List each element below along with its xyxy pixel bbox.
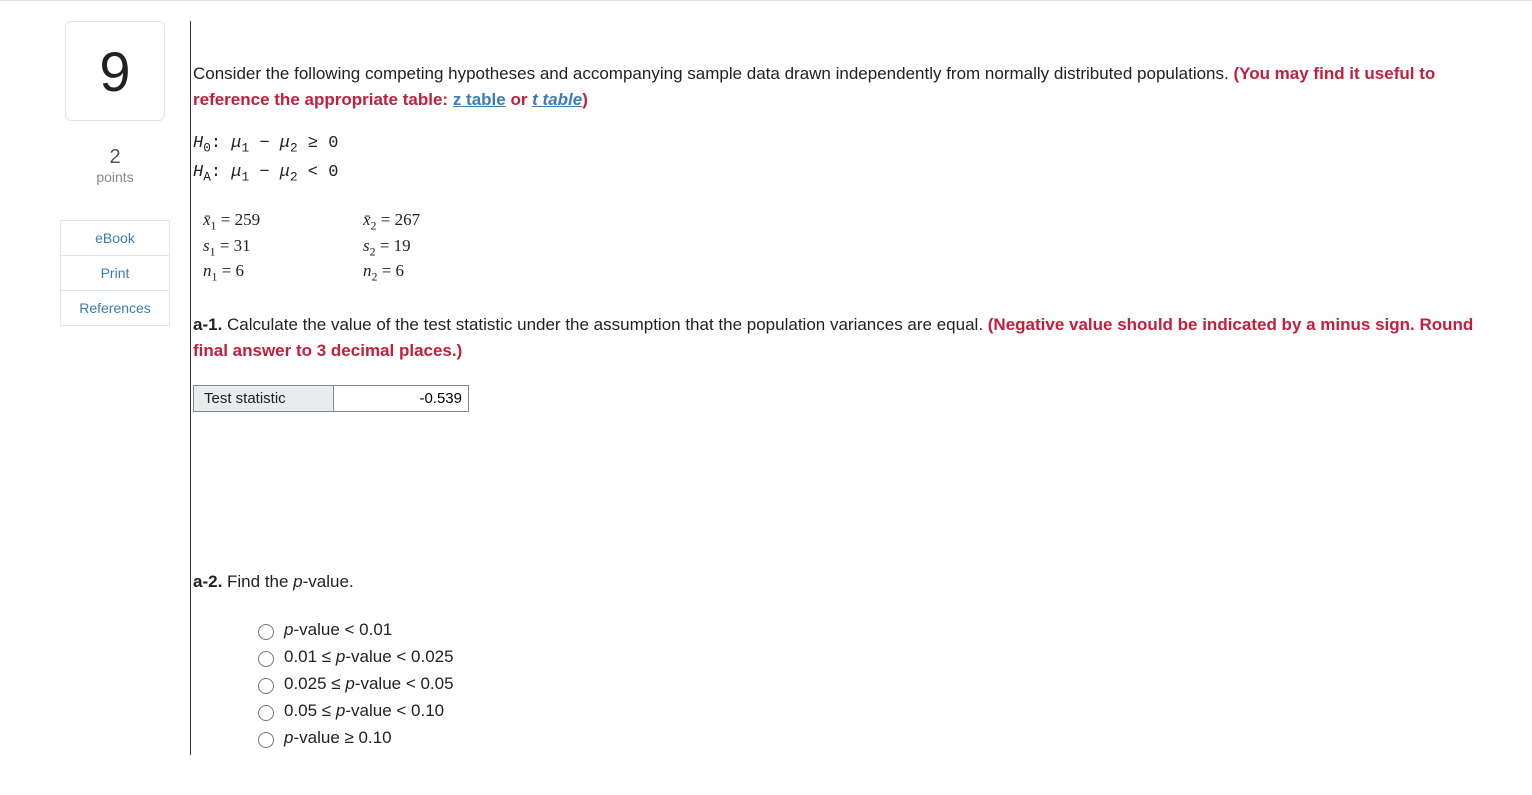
o3-pre: 0.025 ≤ [284, 674, 345, 693]
part-a2: a-2. Find the p-value. [193, 572, 1492, 592]
question-number-box: 9 [65, 21, 165, 121]
n2-row: n2 = 6 [363, 261, 523, 284]
x1-row: x̄1 = 259 [203, 210, 363, 233]
s2-row: s2 = 19 [363, 236, 523, 259]
ebook-button[interactable]: eBook [60, 220, 170, 256]
intro-text: Consider the following competing hypothe… [193, 64, 1233, 83]
hint-close: ) [582, 90, 588, 109]
a1-label: a-1. [193, 315, 222, 334]
sample-stats: x̄1 = 259 s1 = 31 n1 = 6 x̄2 = 267 s2 = … [203, 208, 1492, 286]
print-button[interactable]: Print [60, 255, 170, 291]
sidebar: 9 2 points eBook Print References [40, 21, 190, 755]
n1-row: n1 = 6 [203, 261, 363, 284]
option-2-radio[interactable] [258, 651, 274, 667]
part-a1: a-1. Calculate the value of the test sta… [193, 312, 1492, 363]
o2-p: p [336, 647, 345, 666]
option-5[interactable]: p-value ≥ 0.10 [253, 728, 1492, 748]
option-5-label: p-value ≥ 0.10 [284, 728, 392, 748]
a2-prefix: Find the [222, 572, 293, 591]
points-value: 2 [109, 146, 120, 169]
ttable-link[interactable]: t table [532, 90, 582, 109]
a2-pval: p [293, 572, 302, 591]
intro-paragraph: Consider the following competing hypothe… [193, 61, 1492, 112]
references-button[interactable]: References [60, 290, 170, 326]
answer-label: Test statistic [194, 386, 334, 412]
n1-value: 6 [236, 261, 245, 280]
option-4[interactable]: 0.05 ≤ p-value < 0.10 [253, 701, 1492, 721]
hypotheses-block: H0: μ1 − μ2 ≥ 0 HA: μ1 − μ2 < 0 [193, 130, 1492, 188]
s2-value: 19 [394, 236, 411, 255]
o1-post: -value < 0.01 [293, 620, 392, 639]
question-content: Consider the following competing hypothe… [190, 21, 1492, 755]
o3-post: -value < 0.05 [355, 674, 454, 693]
page-container: 9 2 points eBook Print References Consid… [0, 1, 1532, 775]
option-5-radio[interactable] [258, 732, 274, 748]
option-3-label: 0.025 ≤ p-value < 0.05 [284, 674, 454, 694]
pvalue-options: p-value < 0.01 0.01 ≤ p-value < 0.025 0.… [253, 620, 1492, 748]
o5-post: -value ≥ 0.10 [293, 728, 391, 747]
test-statistic-input[interactable] [334, 386, 468, 411]
option-3[interactable]: 0.025 ≤ p-value < 0.05 [253, 674, 1492, 694]
option-4-radio[interactable] [258, 705, 274, 721]
option-1-radio[interactable] [258, 624, 274, 640]
o2-post: -value < 0.025 [345, 647, 453, 666]
s1-value: 31 [234, 236, 251, 255]
hint-or: or [506, 90, 532, 109]
a2-label: a-2. [193, 572, 222, 591]
o3-p: p [345, 674, 354, 693]
ha-h: H [193, 163, 203, 182]
question-number: 9 [99, 39, 130, 104]
s1-row: s1 = 31 [203, 236, 363, 259]
o4-post: -value < 0.10 [345, 701, 444, 720]
answer-cell [334, 386, 469, 412]
ha-line: HA: μ1 − μ2 < 0 [193, 159, 1492, 188]
stats-col-1: x̄1 = 259 s1 = 31 n1 = 6 [203, 208, 363, 286]
option-1-label: p-value < 0.01 [284, 620, 392, 640]
points-label: points [96, 169, 133, 185]
n2-value: 6 [396, 261, 405, 280]
a1-text: Calculate the value of the test statisti… [222, 315, 987, 334]
h0-line: H0: μ1 − μ2 ≥ 0 [193, 130, 1492, 159]
option-2[interactable]: 0.01 ≤ p-value < 0.025 [253, 647, 1492, 667]
o4-pre: 0.05 ≤ [284, 701, 336, 720]
ztable-link[interactable]: z table [453, 90, 506, 109]
o4-p: p [336, 701, 345, 720]
option-3-radio[interactable] [258, 678, 274, 694]
stats-col-2: x̄2 = 267 s2 = 19 n2 = 6 [363, 208, 523, 286]
answer-table: Test statistic [193, 385, 469, 412]
option-1[interactable]: p-value < 0.01 [253, 620, 1492, 640]
h0-h: H [193, 134, 203, 153]
option-4-label: 0.05 ≤ p-value < 0.10 [284, 701, 444, 721]
option-2-label: 0.01 ≤ p-value < 0.025 [284, 647, 454, 667]
ha-sub: A [203, 169, 211, 184]
o2-pre: 0.01 ≤ [284, 647, 336, 666]
x2-value: 267 [395, 210, 421, 229]
a2-suffix: -value. [303, 572, 354, 591]
x1-value: 259 [235, 210, 261, 229]
h0-sub: 0 [203, 140, 211, 155]
x2-row: x̄2 = 267 [363, 210, 523, 233]
